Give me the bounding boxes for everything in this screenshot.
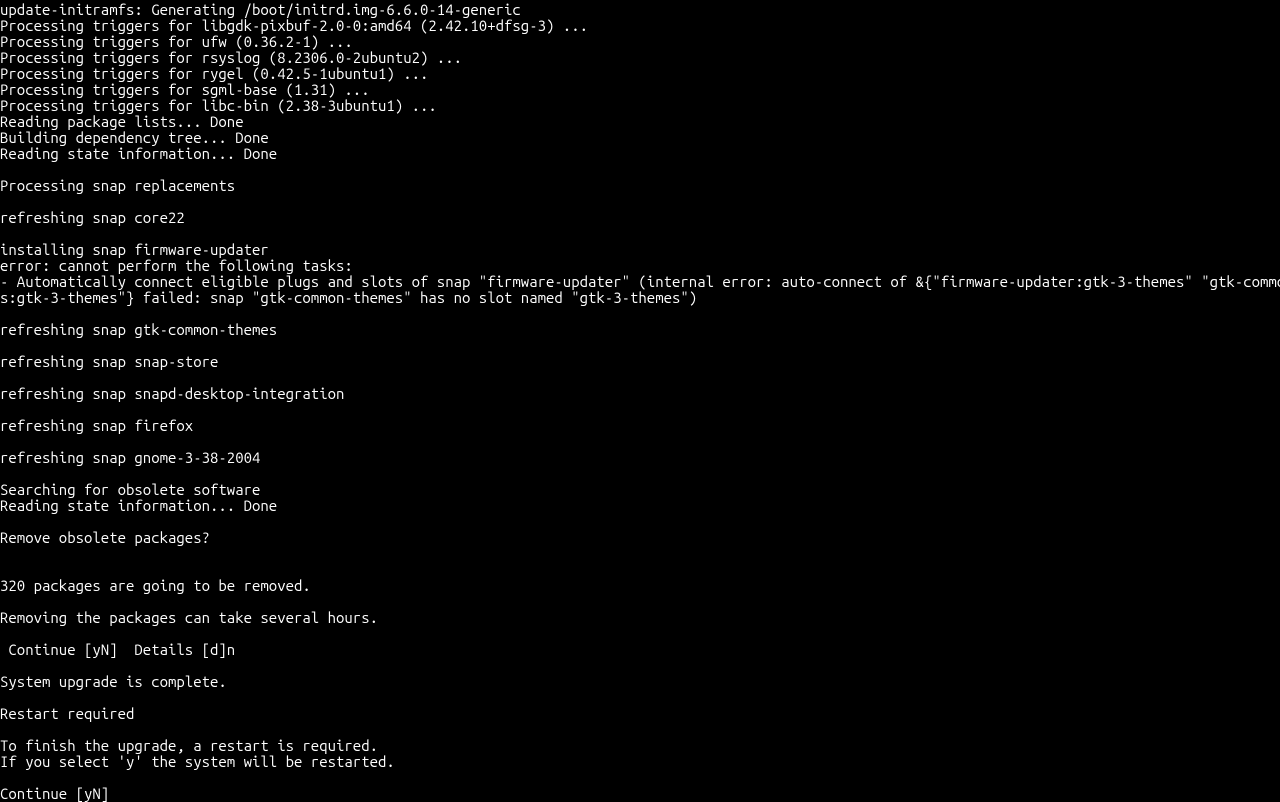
terminal-line [0,226,1280,242]
terminal-line: 320 packages are going to be removed. [0,578,1280,594]
terminal-line: Remove obsolete packages? [0,530,1280,546]
terminal-line: refreshing snap gtk-common-themes [0,322,1280,338]
terminal-line [0,626,1280,642]
terminal-line [0,770,1280,786]
terminal-line: s:gtk-3-themes"} failed: snap "gtk-commo… [0,290,1280,306]
terminal-line: To finish the upgrade, a restart is requ… [0,738,1280,754]
terminal-line: refreshing snap firefox [0,418,1280,434]
terminal-line: refreshing snap snapd-desktop-integratio… [0,386,1280,402]
terminal-line: Processing triggers for sgml-base (1.31)… [0,82,1280,98]
terminal-line: Reading state information... Done [0,146,1280,162]
terminal-line: Processing triggers for rygel (0.42.5-1u… [0,66,1280,82]
terminal-line: Restart required [0,706,1280,722]
terminal-line: refreshing snap gnome-3-38-2004 [0,450,1280,466]
terminal-line: installing snap firmware-updater [0,242,1280,258]
terminal-line: System upgrade is complete. [0,674,1280,690]
terminal-line [0,690,1280,706]
terminal-line: update-initramfs: Generating /boot/initr… [0,2,1280,18]
terminal-line [0,658,1280,674]
terminal-line [0,562,1280,578]
terminal-line: error: cannot perform the following task… [0,258,1280,274]
terminal-line: Removing the packages can take several h… [0,610,1280,626]
terminal-line: Reading package lists... Done [0,114,1280,130]
terminal-line [0,722,1280,738]
terminal-line: Reading state information... Done [0,498,1280,514]
terminal-line: Processing snap replacements [0,178,1280,194]
terminal-line [0,514,1280,530]
terminal-line [0,402,1280,418]
terminal-line [0,434,1280,450]
terminal-line [0,594,1280,610]
terminal-line: refreshing snap core22 [0,210,1280,226]
terminal-line [0,370,1280,386]
terminal-line: Continue [yN] Details [d]n [0,642,1280,658]
terminal-line: Processing triggers for libc-bin (2.38-3… [0,98,1280,114]
terminal-line [0,194,1280,210]
terminal-line: Searching for obsolete software [0,482,1280,498]
terminal-line: Processing triggers for rsyslog (8.2306.… [0,50,1280,66]
terminal-line [0,546,1280,562]
terminal-line: Building dependency tree... Done [0,130,1280,146]
terminal-line: refreshing snap snap-store [0,354,1280,370]
terminal-line [0,162,1280,178]
terminal-line: Processing triggers for libgdk-pixbuf-2.… [0,18,1280,34]
terminal-line: Processing triggers for ufw (0.36.2-1) .… [0,34,1280,50]
terminal-line: - Automatically connect eligible plugs a… [0,274,1280,290]
terminal-output[interactable]: update-initramfs: Generating /boot/initr… [0,2,1280,802]
terminal-line [0,338,1280,354]
terminal-line [0,306,1280,322]
terminal-line [0,466,1280,482]
terminal-line: If you select 'y' the system will be res… [0,754,1280,770]
